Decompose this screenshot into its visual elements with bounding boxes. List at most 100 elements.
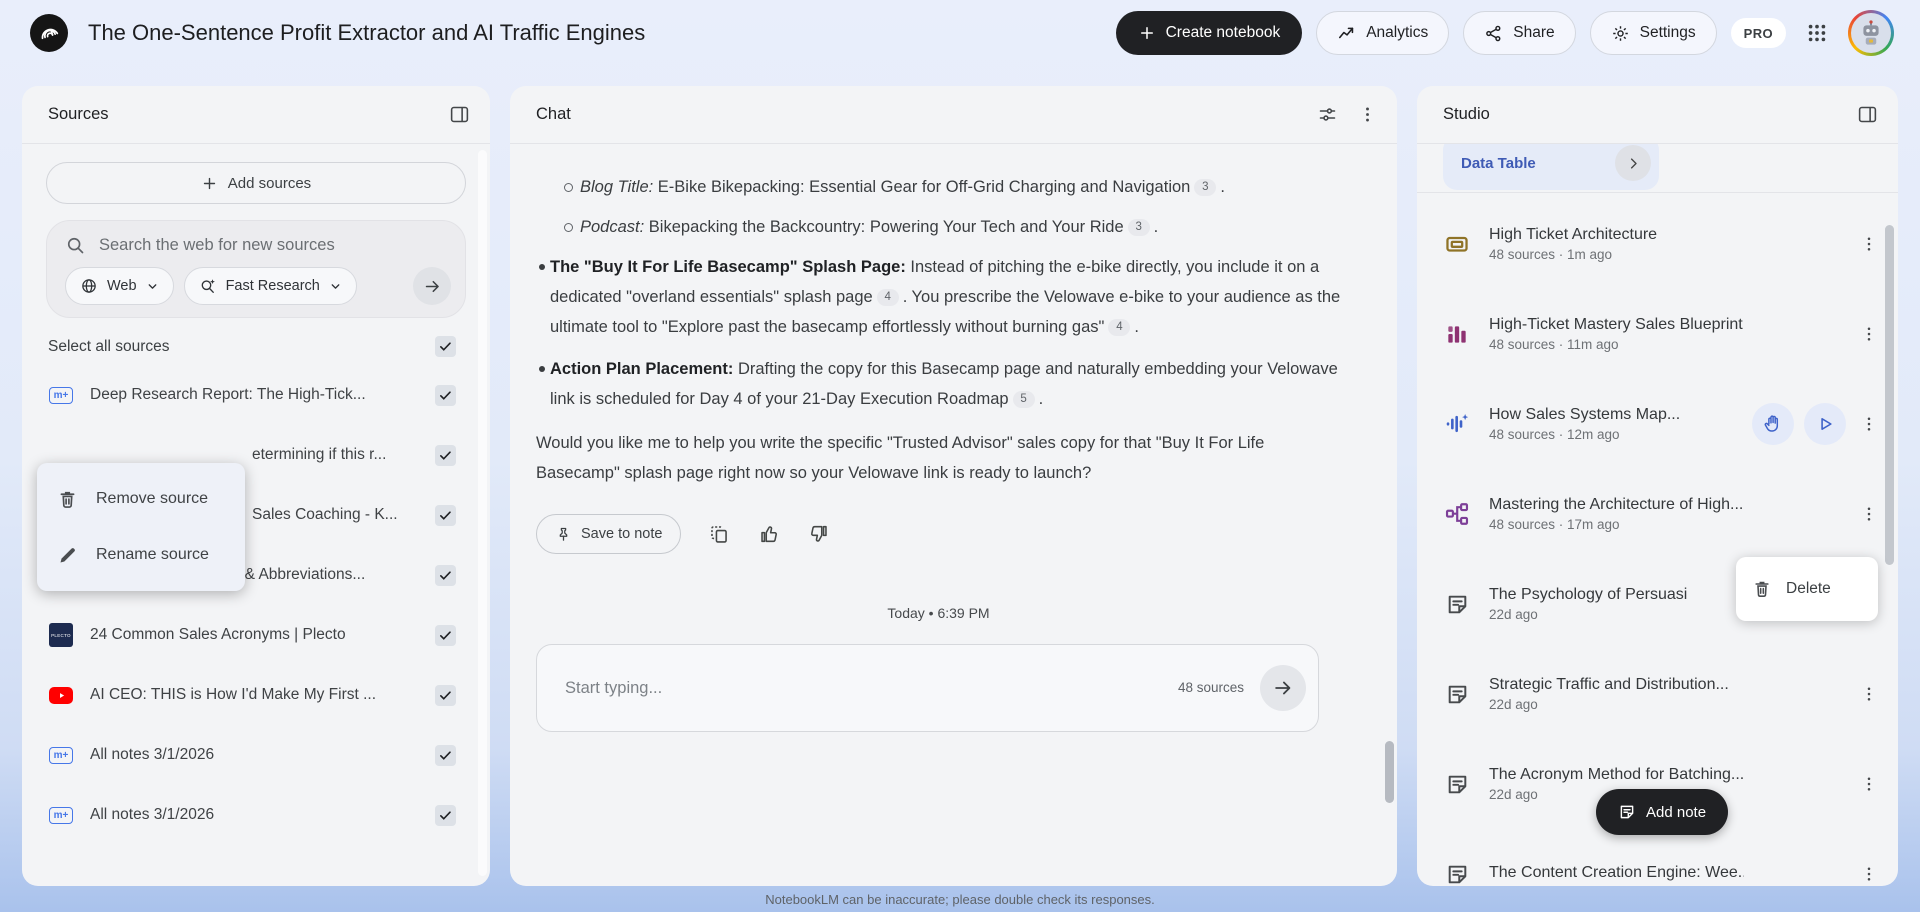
plecto-favicon-icon: PLECTO — [48, 623, 74, 647]
web-filter-label: Web — [107, 278, 137, 294]
analytics-label: Analytics — [1366, 24, 1429, 41]
source-checkbox[interactable] — [435, 504, 456, 526]
source-checkbox[interactable] — [435, 564, 456, 586]
studio-item-row[interactable]: Strategic Traffic and Distribution... 22… — [1417, 649, 1898, 739]
robot-avatar-image — [1851, 13, 1891, 53]
studio-item-row[interactable]: High-Ticket Mastery Sales Blueprint 48 s… — [1417, 289, 1898, 379]
research-mode-dropdown[interactable]: Fast Research — [183, 267, 357, 305]
studio-item-menu-icon[interactable] — [1856, 231, 1882, 257]
source-row[interactable]: m+ Deep Research Report: The High-Tick..… — [22, 365, 490, 425]
delete-menu-item[interactable]: Delete — [1736, 557, 1878, 621]
carousel-next-icon[interactable] — [1615, 145, 1651, 181]
chat-more-menu-icon[interactable] — [1358, 105, 1377, 124]
chevron-down-icon — [146, 280, 159, 293]
settings-button[interactable]: Settings — [1589, 11, 1717, 55]
data-table-label: Data Table — [1461, 154, 1536, 172]
studio-item-row[interactable]: High Ticket Architecture 48 sources · 1m… — [1417, 199, 1898, 289]
apps-grid-icon[interactable] — [1806, 22, 1828, 44]
chat-input[interactable] — [565, 678, 1178, 698]
studio-panel-title: Studio — [1443, 105, 1490, 123]
source-row[interactable]: AI CEO: THIS is How I'd Make My First ..… — [22, 665, 490, 725]
remove-source-label: Remove source — [96, 490, 209, 507]
studio-item-menu-icon[interactable] — [1856, 411, 1882, 437]
pencil-icon — [57, 545, 78, 566]
copy-icon[interactable] — [709, 524, 730, 545]
data-table-chip[interactable]: Data Table — [1443, 144, 1659, 190]
studio-item-row[interactable]: Mastering the Architecture of High... 48… — [1417, 469, 1898, 559]
play-audio-button[interactable] — [1804, 403, 1846, 445]
studio-item-title: How Sales Systems Map... — [1489, 406, 1681, 423]
rename-source-menu-item[interactable]: Rename source — [37, 527, 245, 583]
collapse-sources-panel-icon[interactable] — [449, 104, 470, 125]
add-note-label: Add note — [1646, 803, 1707, 821]
sub-bullet-text: Bikepacking the Backcountry: Powering Yo… — [644, 218, 1124, 236]
trash-icon — [57, 489, 78, 510]
source-checkbox[interactable] — [435, 444, 456, 466]
flashcards-icon — [1443, 231, 1471, 257]
create-notebook-label: Create notebook — [1165, 24, 1281, 41]
studio-item-meta: 22d ago — [1489, 697, 1538, 712]
studio-item-menu-icon[interactable] — [1856, 771, 1882, 797]
add-sources-button[interactable]: Add sources — [46, 162, 466, 204]
add-note-button[interactable]: Add note — [1596, 789, 1729, 835]
youtube-icon — [48, 686, 74, 704]
thumbs-up-icon[interactable] — [758, 523, 780, 545]
save-to-note-button[interactable]: Save to note — [536, 514, 682, 554]
studio-item-row[interactable]: The Content Creation Engine: Wee... — [1417, 829, 1898, 886]
note-icon — [1443, 592, 1471, 617]
citation-chip[interactable]: 4 — [876, 288, 899, 306]
citation-chip[interactable]: 3 — [1194, 178, 1217, 196]
studio-item-title: The Content Creation Engine: Wee... — [1489, 863, 1744, 881]
source-title: etermining if this r... — [252, 446, 387, 463]
studio-scrollbar[interactable] — [1885, 225, 1894, 565]
source-row[interactable]: m+ All notes 3/1/2026 — [22, 785, 490, 845]
studio-item-row[interactable]: How Sales Systems Map... 48 sources · 12… — [1417, 379, 1898, 469]
share-button[interactable]: Share — [1463, 11, 1576, 55]
source-checkbox[interactable] — [435, 744, 456, 766]
research-sparkle-icon — [199, 277, 217, 295]
thumbs-down-icon[interactable] — [808, 523, 830, 545]
chat-bullet: The "Buy It For Life Basecamp" Splash Pa… — [539, 252, 1341, 342]
analytics-button[interactable]: Analytics — [1316, 11, 1450, 55]
chat-panel-title: Chat — [536, 105, 571, 123]
studio-item-menu-icon[interactable] — [1856, 861, 1882, 886]
citation-chip[interactable]: 5 — [1012, 390, 1035, 408]
source-title: AI CEO: THIS is How I'd Make My First ..… — [90, 686, 377, 703]
remove-source-menu-item[interactable]: Remove source — [37, 471, 245, 527]
chat-panel-header: Chat — [510, 86, 1397, 144]
source-title: All notes 3/1/2026 — [90, 746, 215, 763]
rename-source-label: Rename source — [96, 546, 209, 563]
plus-icon — [1138, 24, 1156, 42]
notebook-title[interactable]: The One-Sentence Profit Extractor and AI… — [88, 20, 645, 46]
source-checkbox[interactable] — [435, 804, 456, 826]
source-checkbox[interactable] — [435, 684, 456, 706]
studio-item-menu-icon[interactable] — [1856, 321, 1882, 347]
source-row[interactable]: PLECTO 24 Common Sales Acronyms | Plecto — [22, 605, 490, 665]
studio-item-meta: 22d ago — [1489, 607, 1538, 622]
send-message-button[interactable] — [1260, 665, 1306, 711]
citation-chip[interactable]: 4 — [1108, 318, 1131, 336]
notebooklm-logo-icon[interactable] — [30, 14, 68, 52]
select-all-row: Select all sources — [22, 318, 490, 361]
sources-count-label: 48 sources — [1177, 680, 1244, 695]
gear-icon — [1611, 24, 1630, 43]
source-checkbox[interactable] — [435, 624, 456, 646]
interactive-mode-button[interactable] — [1752, 403, 1794, 445]
studio-item-menu-icon[interactable] — [1856, 501, 1882, 527]
source-checkbox[interactable] — [435, 384, 456, 406]
user-avatar[interactable] — [1848, 10, 1894, 56]
expand-studio-panel-icon[interactable] — [1857, 104, 1878, 125]
source-row[interactable]: m+ All notes 3/1/2026 — [22, 725, 490, 785]
web-filter-dropdown[interactable]: Web — [65, 267, 174, 305]
chat-input-box: 48 sources — [536, 644, 1319, 732]
citation-chip[interactable]: 3 — [1127, 218, 1150, 236]
sources-scrollbar[interactable] — [478, 150, 487, 876]
select-all-checkbox[interactable] — [435, 336, 456, 357]
search-sources-input[interactable] — [99, 235, 451, 255]
studio-item-menu-icon[interactable] — [1856, 681, 1882, 707]
chat-scrollbar[interactable] — [1385, 741, 1394, 803]
submit-search-button[interactable] — [413, 267, 451, 305]
chat-settings-icon[interactable] — [1317, 104, 1338, 125]
delete-label: Delete — [1786, 580, 1831, 597]
create-notebook-button[interactable]: Create notebook — [1115, 11, 1303, 55]
